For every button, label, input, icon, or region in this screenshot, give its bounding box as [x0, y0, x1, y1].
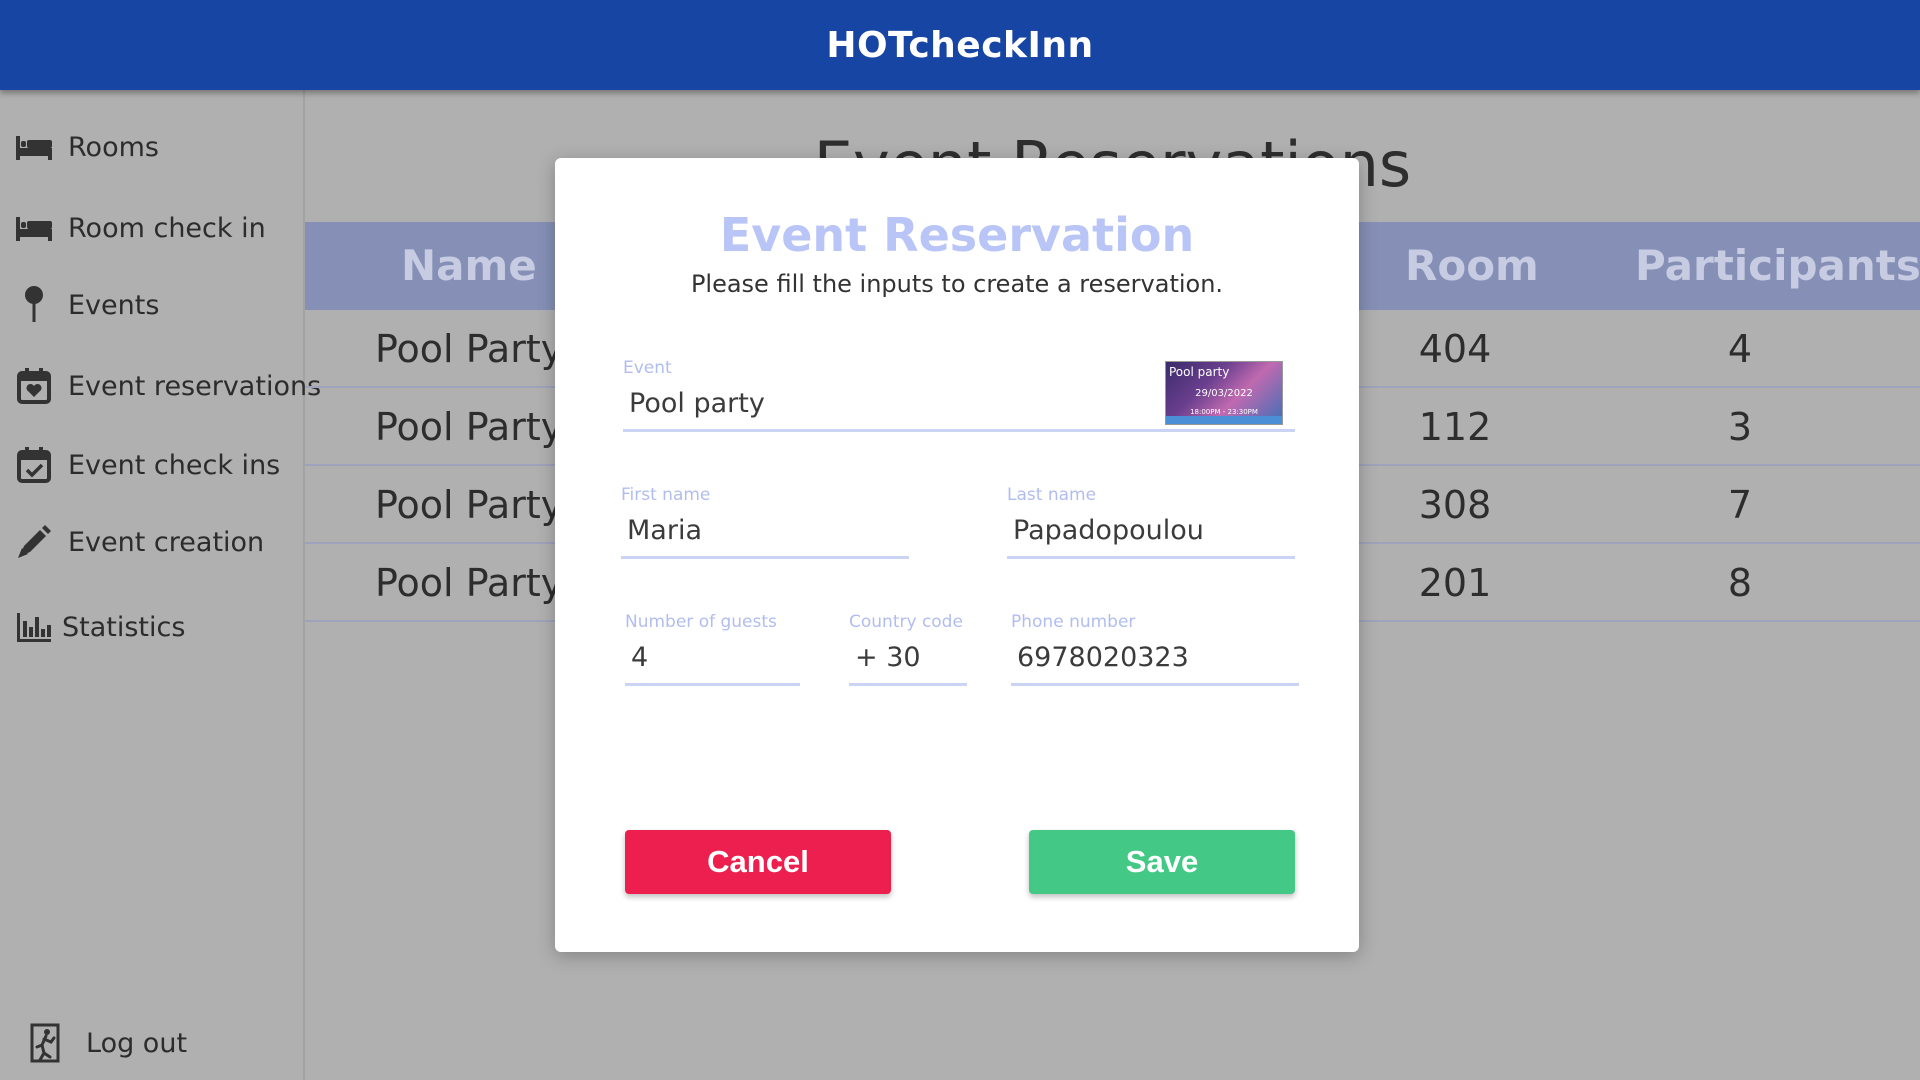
event-thumbnail: Pool party 29/03/2022 18:00PM - 23:30PM: [1165, 361, 1283, 425]
dialog-subtitle: Please fill the inputs to create a reser…: [690, 270, 1224, 298]
field-underline: [1011, 683, 1299, 686]
guests-field[interactable]: Number of guests 4: [625, 612, 800, 686]
field-underline: [849, 683, 967, 686]
country-code-field[interactable]: Country code + 30: [849, 612, 967, 686]
field-underline: [621, 556, 909, 559]
thumbnail-title: Pool party: [1169, 365, 1230, 379]
phone-number-value: 6978020323: [1017, 642, 1189, 673]
last-name-value: Papadopoulou: [1013, 515, 1204, 546]
field-underline: [625, 683, 800, 686]
last-name-field[interactable]: Last name Papadopoulou: [1007, 485, 1295, 559]
field-underline: [1007, 556, 1295, 559]
country-code-label: Country code: [849, 612, 963, 632]
field-underline: [623, 429, 1295, 432]
thumbnail-time: 18:00PM - 23:30PM: [1190, 408, 1258, 416]
last-name-label: Last name: [1007, 485, 1097, 505]
thumbnail-strip: [1166, 416, 1282, 424]
phone-number-label: Phone number: [1011, 612, 1136, 632]
first-name-field[interactable]: First name Maria: [621, 485, 909, 559]
first-name-label: First name: [621, 485, 711, 505]
guests-label: Number of guests: [625, 612, 777, 632]
cancel-button[interactable]: Cancel: [625, 830, 891, 894]
event-label: Event: [623, 358, 672, 378]
event-reservation-dialog: Event Reservation Please fill the inputs…: [555, 158, 1359, 952]
phone-number-field[interactable]: Phone number 6978020323: [1011, 612, 1299, 686]
event-value: Pool party: [629, 388, 765, 419]
guests-value: 4: [631, 642, 649, 673]
thumbnail-date: 29/03/2022: [1195, 388, 1253, 399]
country-code-value: + 30: [855, 642, 921, 673]
event-select[interactable]: Event Pool party Pool party 29/03/2022 1…: [623, 358, 1295, 432]
save-button[interactable]: Save: [1029, 830, 1295, 894]
first-name-value: Maria: [627, 515, 702, 546]
dialog-title: Event Reservation: [719, 208, 1195, 262]
